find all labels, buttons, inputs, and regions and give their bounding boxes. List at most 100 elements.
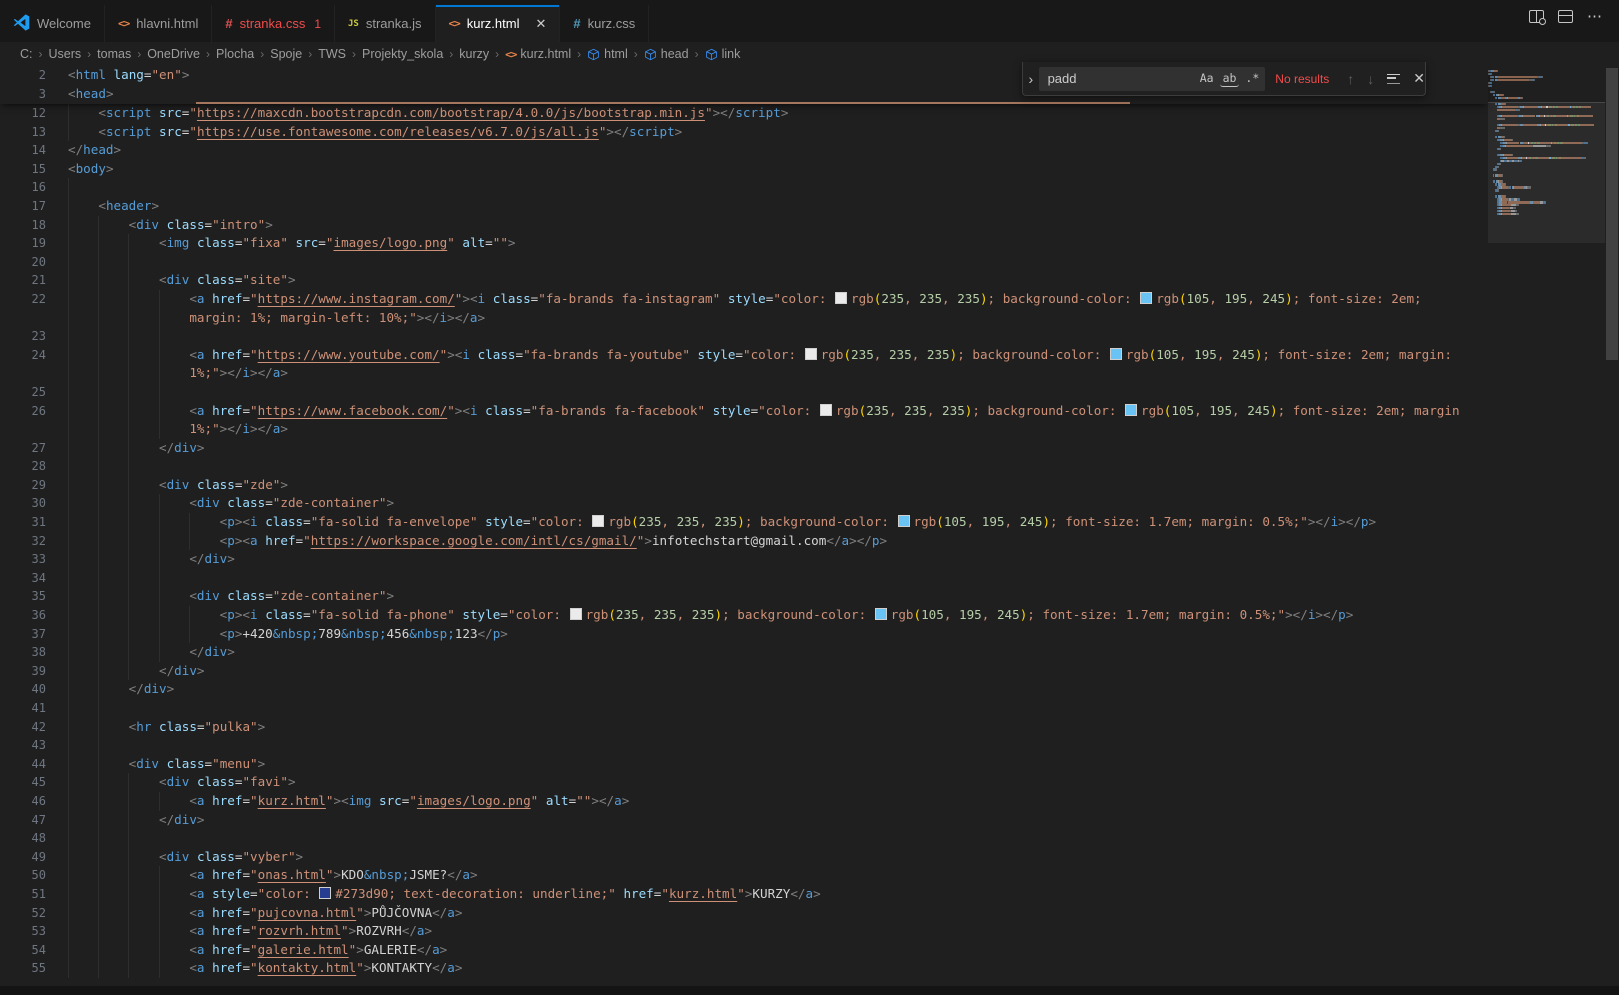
code-line-39[interactable]: 39 </div>	[0, 662, 1488, 681]
line-number[interactable]: 26	[0, 402, 46, 421]
code-line-53[interactable]: 53 <a href="rozvrh.html">ROZVRH</a>	[0, 922, 1488, 941]
line-number[interactable]: 25	[0, 383, 46, 402]
code-line-52[interactable]: 52 <a href="pujcovna.html">PŮJČOVNA</a>	[0, 904, 1488, 923]
code-line-29[interactable]: 29 <div class="zde">	[0, 476, 1488, 495]
line-number[interactable]: 30	[0, 494, 46, 513]
code-line-32[interactable]: 32 <p><a href="https://workspace.google.…	[0, 532, 1488, 551]
code-line-50[interactable]: 50 <a href="onas.html">KDO&nbsp;JSME?</a…	[0, 866, 1488, 885]
minimap-slider[interactable]	[1488, 102, 1605, 243]
breadcrumb-item-head[interactable]: head	[644, 47, 689, 61]
tab-hlavni.html[interactable]: <>hlavni.html	[105, 5, 212, 42]
line-number[interactable]: 13	[0, 123, 46, 142]
breadcrumb-item-html[interactable]: html	[587, 47, 628, 61]
code-line-43[interactable]: 43	[0, 736, 1488, 755]
color-swatch[interactable]	[570, 608, 582, 620]
line-number[interactable]: 15	[0, 160, 46, 179]
line-number[interactable]: 36	[0, 606, 46, 625]
line-number[interactable]: 49	[0, 848, 46, 867]
color-swatch[interactable]	[319, 887, 331, 899]
line-number[interactable]: 12	[0, 104, 46, 123]
line-number[interactable]: 19	[0, 234, 46, 253]
code-line-21[interactable]: 21 <div class="site">	[0, 271, 1488, 290]
breadcrumb-item-Projekty-skola[interactable]: Projekty_skola	[362, 47, 443, 61]
line-number[interactable]: 20	[0, 253, 46, 272]
toggle-panel-icon[interactable]	[1558, 10, 1573, 23]
find-in-selection-icon[interactable]	[1387, 74, 1400, 84]
match-case-icon[interactable]: Aa	[1197, 70, 1217, 87]
code-line-14[interactable]: 14</head>	[0, 141, 1488, 160]
line-number[interactable]: 51	[0, 885, 46, 904]
scrollbar-thumb[interactable]	[1606, 68, 1618, 360]
code-line-30[interactable]: 30 <div class="zde-container">	[0, 494, 1488, 513]
line-number[interactable]: 29	[0, 476, 46, 495]
line-number[interactable]: 34	[0, 569, 46, 588]
regex-icon[interactable]: .*	[1242, 70, 1262, 87]
tab-stranka.js[interactable]: JSstranka.js	[335, 5, 435, 42]
line-number[interactable]: 31	[0, 513, 46, 532]
line-number[interactable]: 32	[0, 532, 46, 551]
line-number[interactable]: 16	[0, 178, 46, 197]
next-match-icon[interactable]: ↓	[1367, 71, 1374, 87]
code-line-19[interactable]: 19 <img class="fixa" src="images/logo.pn…	[0, 234, 1488, 253]
line-number[interactable]: 54	[0, 941, 46, 960]
line-number[interactable]: 2	[0, 66, 46, 85]
code-line-41[interactable]: 41	[0, 699, 1488, 718]
line-number[interactable]: 43	[0, 736, 46, 755]
code-line-15[interactable]: 15<body>	[0, 160, 1488, 179]
line-number[interactable]: 17	[0, 197, 46, 216]
find-input-box[interactable]: Aa ab .*	[1039, 67, 1266, 91]
line-number[interactable]: 38	[0, 643, 46, 662]
line-number[interactable]: 24	[0, 346, 46, 365]
code-line-51[interactable]: 51 <a style="color: #273d90; text-decora…	[0, 885, 1488, 904]
breadcrumb-item-Plocha[interactable]: Plocha	[216, 47, 254, 61]
line-number[interactable]: 23	[0, 327, 46, 346]
breadcrumb-item-link[interactable]: link	[705, 47, 741, 61]
line-number[interactable]: 35	[0, 587, 46, 606]
code-line-wrap[interactable]: margin: 1%; margin-left: 10%;"></i></a>	[0, 309, 1488, 328]
line-number[interactable]: 14	[0, 141, 46, 160]
toggle-replace-chevron-icon[interactable]: ›	[1023, 62, 1039, 95]
close-find-icon[interactable]: ✕	[1413, 70, 1425, 87]
code-line-24[interactable]: 24 <a href="https://www.youtube.com/"><i…	[0, 346, 1488, 365]
line-number[interactable]: 39	[0, 662, 46, 681]
code-line-13[interactable]: 13 <script src="https://use.fontawesome.…	[0, 123, 1488, 142]
split-editor-icon[interactable]	[1529, 10, 1544, 23]
previous-match-icon[interactable]: ↑	[1347, 71, 1354, 87]
line-number[interactable]: 46	[0, 792, 46, 811]
code-line-34[interactable]: 34	[0, 569, 1488, 588]
color-swatch[interactable]	[1125, 404, 1137, 416]
breadcrumb-item-OneDrive[interactable]: OneDrive	[147, 47, 200, 61]
color-swatch[interactable]	[592, 515, 604, 527]
color-swatch[interactable]	[1140, 292, 1152, 304]
line-number[interactable]: 55	[0, 959, 46, 978]
code-line-55[interactable]: 55 <a href="kontakty.html">KONTAKTY</a>	[0, 959, 1488, 978]
code-line-25[interactable]: 25	[0, 383, 1488, 402]
code-line-49[interactable]: 49 <div class="vyber">	[0, 848, 1488, 867]
code-line-wrap[interactable]: 1%;"></i></a>	[0, 364, 1488, 383]
line-number[interactable]: 33	[0, 550, 46, 569]
more-actions-icon[interactable]: ⋯	[1587, 12, 1603, 22]
breadcrumb-item-Spoje[interactable]: Spoje	[270, 47, 302, 61]
line-number[interactable]: 22	[0, 290, 46, 309]
line-number[interactable]: 37	[0, 625, 46, 644]
whole-word-icon[interactable]: ab	[1220, 70, 1240, 87]
code-line-31[interactable]: 31 <p><i class="fa-solid fa-envelope" st…	[0, 513, 1488, 532]
tab-stranka.css[interactable]: #stranka.css1	[212, 5, 335, 42]
code-line-47[interactable]: 47 </div>	[0, 811, 1488, 830]
line-number[interactable]: 45	[0, 773, 46, 792]
code-line-40[interactable]: 40 </div>	[0, 680, 1488, 699]
line-number[interactable]: 18	[0, 216, 46, 235]
code-line-28[interactable]: 28	[0, 457, 1488, 476]
tab-kurz.html[interactable]: <>kurz.html✕	[436, 5, 561, 42]
breadcrumb-item-kurz.html[interactable]: <>kurz.html	[505, 47, 571, 61]
line-number[interactable]: 50	[0, 866, 46, 885]
line-number[interactable]: 52	[0, 904, 46, 923]
code-line-12[interactable]: 12 <script src="https://maxcdn.bootstrap…	[0, 104, 1488, 123]
line-number[interactable]: 44	[0, 755, 46, 774]
code-line-17[interactable]: 17 <header>	[0, 197, 1488, 216]
code-area[interactable]: 12 <script src="https://maxcdn.bootstrap…	[0, 104, 1488, 978]
code-line-54[interactable]: 54 <a href="galerie.html">GALERIE</a>	[0, 941, 1488, 960]
color-swatch[interactable]	[898, 515, 910, 527]
breadcrumb-item-tomas[interactable]: tomas	[97, 47, 131, 61]
line-number[interactable]: 41	[0, 699, 46, 718]
